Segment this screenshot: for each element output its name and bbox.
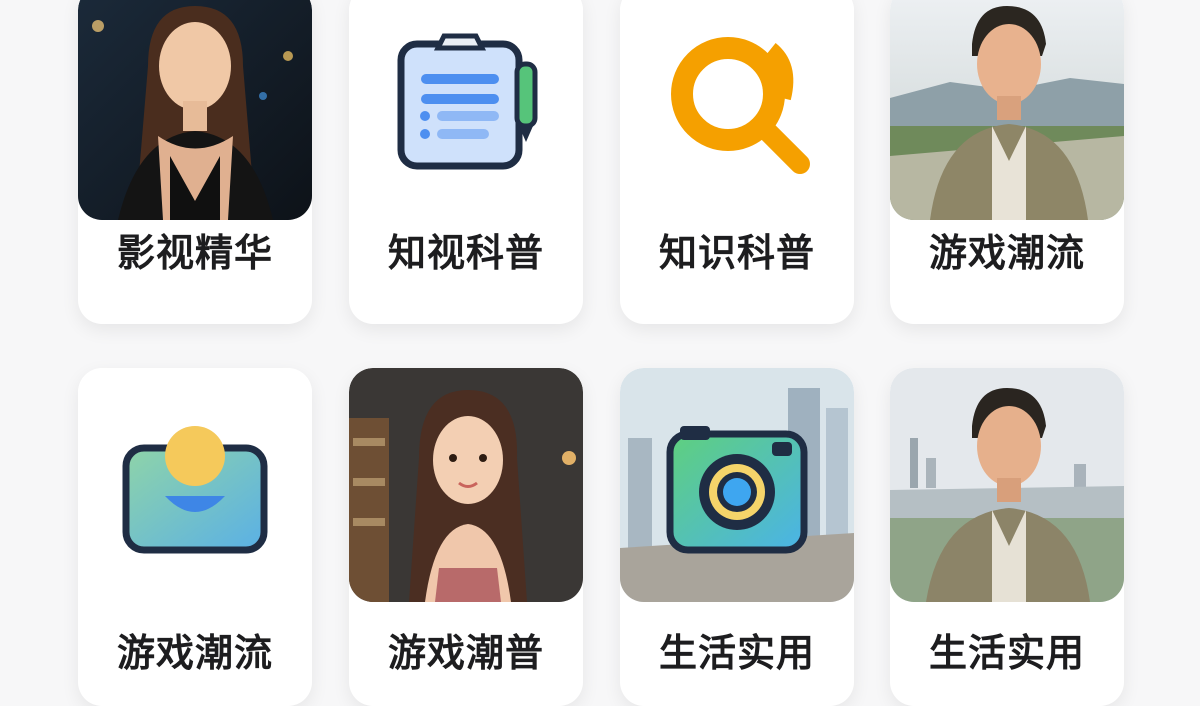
category-label: 游戏潮流 bbox=[928, 230, 1085, 275]
category-card-life-practical-2[interactable]: 生活实用 bbox=[890, 368, 1124, 706]
category-card-gaming-trends[interactable]: 游戏潮流 bbox=[890, 0, 1124, 324]
portrait-man-outdoor-photo bbox=[890, 0, 1124, 220]
wallet-icon bbox=[78, 368, 312, 602]
category-card-knowledge[interactable]: 知识科普 bbox=[620, 0, 854, 324]
category-grid: 影视精华 知视科普 知识科普 游戏潮流 游戏潮流 游戏潮普 生活实用 生活实用 bbox=[0, 0, 1200, 706]
category-label: 知视科普 bbox=[387, 230, 544, 275]
category-label: 游戏潮流 bbox=[116, 630, 273, 675]
camera-icon bbox=[620, 368, 854, 602]
category-card-gaming-trends-2[interactable]: 游戏潮流 bbox=[78, 368, 312, 706]
portrait-man-city-photo bbox=[890, 368, 1124, 602]
category-label: 生活实用 bbox=[658, 630, 815, 675]
search-icon bbox=[620, 0, 854, 220]
portrait-woman-night-photo bbox=[78, 0, 312, 220]
category-card-gaming-popular[interactable]: 游戏潮普 bbox=[349, 368, 583, 706]
category-label: 知识科普 bbox=[658, 230, 815, 275]
category-card-science-video[interactable]: 知视科普 bbox=[349, 0, 583, 324]
category-card-life-practical[interactable]: 生活实用 bbox=[620, 368, 854, 706]
illustrated-woman-portrait bbox=[349, 368, 583, 602]
category-label: 游戏潮普 bbox=[387, 630, 544, 675]
category-card-film-highlights[interactable]: 影视精华 bbox=[78, 0, 312, 324]
clipboard-icon bbox=[349, 0, 583, 220]
category-label: 生活实用 bbox=[928, 630, 1085, 675]
category-label: 影视精华 bbox=[116, 230, 273, 275]
